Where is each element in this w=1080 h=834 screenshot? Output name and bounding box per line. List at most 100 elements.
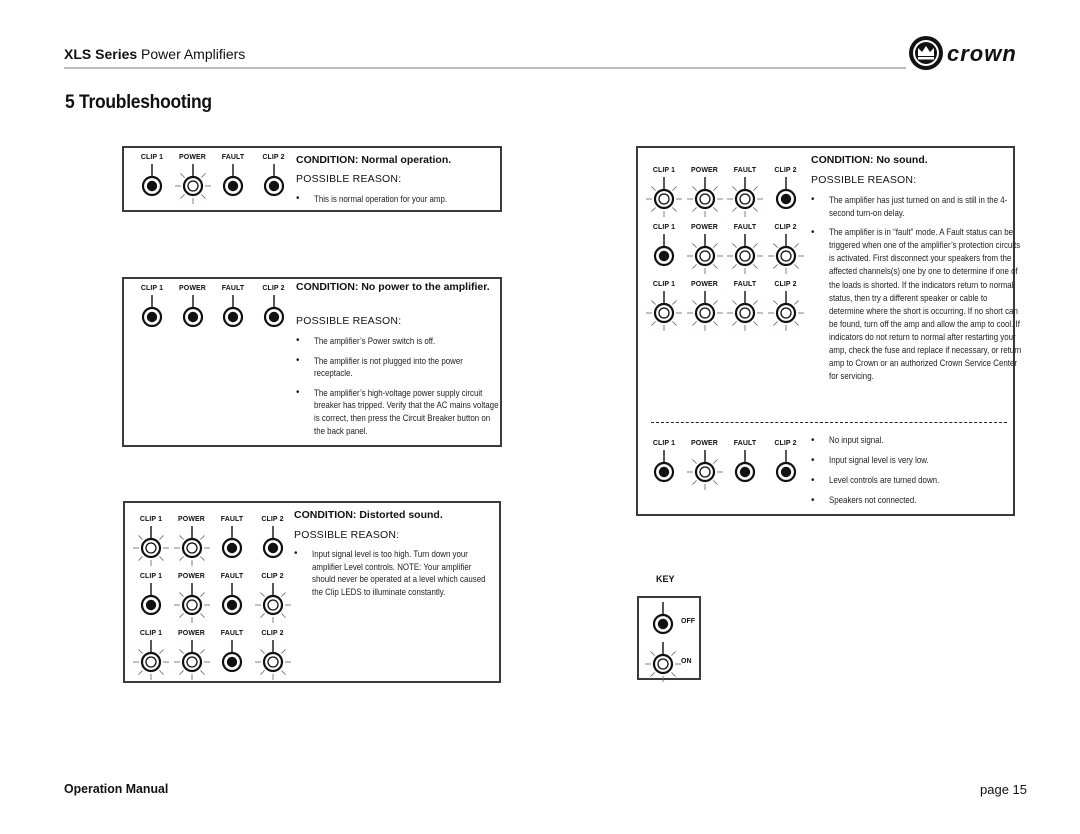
led-clip-1-off: CLIP 1 <box>132 285 172 335</box>
led-on-icon <box>133 526 169 566</box>
key-off-label: OFF <box>681 618 695 625</box>
possible-reason-label: POSSIBLE REASON: <box>296 315 402 327</box>
led-on-icon <box>133 640 169 680</box>
led-clip-2-on: CLIP 2 <box>766 224 806 274</box>
led-clip-1-on: CLIP 1 <box>644 167 684 217</box>
led-fault-on: FAULT <box>725 224 765 274</box>
reason-item: The amplifier’s Power switch is off. <box>294 335 534 348</box>
led-fault-off: FAULT <box>213 285 253 335</box>
led-power-on: POWER <box>685 440 725 490</box>
condition-title: CONDITION: No power to the amplifier. <box>296 281 490 293</box>
led-power-on: POWER <box>685 167 725 217</box>
led-clip-2-off: CLIP 2 <box>253 516 293 566</box>
crown-logo-icon: crown <box>909 36 1017 70</box>
led-off-icon <box>653 234 675 267</box>
led-on-icon <box>686 450 723 490</box>
footer-manual-title: Operation Manual <box>64 781 169 796</box>
led-clip-1-off: CLIP 1 <box>132 154 172 204</box>
led-glyph-icon <box>645 642 681 682</box>
condition-title: CONDITION: Normal operation. <box>296 154 452 166</box>
led-clip-2-off: CLIP 2 <box>254 285 294 335</box>
led-fault-on: FAULT <box>725 281 765 331</box>
led-on-icon <box>686 234 723 274</box>
condition-box-no-sound: CLIP 1 POWER FAULT CLIP 2 CLIP 1 POWER FAULT C… <box>636 146 1021 516</box>
led-label: CLIP 2 <box>261 630 284 637</box>
led-label: CLIP 2 <box>774 440 797 447</box>
led-off-icon <box>653 450 675 483</box>
led-fault-off: FAULT <box>725 440 765 490</box>
page-title: 5 Troubleshooting <box>65 92 212 113</box>
reason-item: The amplifier is not plugged into the po… <box>294 355 534 380</box>
led-off-icon <box>141 164 163 197</box>
led-off-icon <box>221 526 243 559</box>
led-power-on: POWER <box>173 154 213 204</box>
led-glyph-icon <box>652 602 674 635</box>
led-on-icon <box>767 234 804 274</box>
led-power-off: POWER <box>173 285 213 335</box>
led-power-on: POWER <box>172 630 212 680</box>
led-clip-2-off: CLIP 2 <box>766 440 806 490</box>
reason-item: The amplifier’s high-voltage power suppl… <box>294 387 534 437</box>
key-on-label: ON <box>681 658 692 665</box>
led-label: CLIP 2 <box>774 281 797 288</box>
led-on-icon <box>254 640 291 680</box>
led-off-icon <box>141 295 163 328</box>
led-clip-1-on: CLIP 1 <box>131 516 171 566</box>
condition-title: CONDITION: Distorted sound. <box>294 509 443 521</box>
reason-item: Input signal level is too high. Turn dow… <box>292 548 502 598</box>
led-on-icon <box>727 177 763 217</box>
led-on-icon <box>727 234 763 274</box>
led-off-icon <box>140 583 162 616</box>
header-rule <box>64 67 906 69</box>
reason-list-secondary: No input signal. Input signal level is v… <box>809 434 1009 514</box>
led-label: CLIP 2 <box>774 224 797 231</box>
led-on-icon <box>646 291 682 331</box>
led-on-icon <box>173 526 210 566</box>
led-off-icon <box>182 295 203 328</box>
led-clip-1-off: CLIP 1 <box>644 440 684 490</box>
led-on-icon <box>686 177 723 217</box>
led-clip-2-on: CLIP 2 <box>253 573 293 623</box>
reason-list: Input signal level is too high. Turn dow… <box>292 548 502 605</box>
reason-item: This is normal operation for your amp. <box>294 193 494 206</box>
led-power-on: POWER <box>685 224 725 274</box>
possible-reason-label: POSSIBLE REASON: <box>294 529 400 541</box>
led-off-icon <box>263 295 284 328</box>
possible-reason-label: POSSIBLE REASON: <box>296 173 402 185</box>
led-label: CLIP 2 <box>262 285 285 292</box>
led-label: CLIP 2 <box>774 167 797 174</box>
led-off-icon <box>775 450 796 483</box>
reason-list: The amplifier has just turned on and is … <box>809 194 1039 390</box>
led-label: CLIP 2 <box>261 573 284 580</box>
led-clip-1-on: CLIP 1 <box>131 630 171 680</box>
led-fault-off: FAULT <box>212 630 252 680</box>
led-fault-off: FAULT <box>213 154 253 204</box>
led-clip-1-on: CLIP 1 <box>644 281 684 331</box>
condition-box-distorted-sound: CLIP 1 POWER FAULT CLIP 2 CLIP 1 POWER FAULT C… <box>123 501 501 683</box>
led-off-icon <box>262 526 283 559</box>
led-on-icon <box>254 583 291 623</box>
led-off-icon <box>263 164 284 197</box>
led-off-icon <box>221 583 243 616</box>
document-header-title: XLS Series Power Amplifiers <box>64 46 245 62</box>
led-off-icon <box>222 164 244 197</box>
reason-item: No input signal. <box>809 434 1009 447</box>
led-off-icon <box>222 295 244 328</box>
possible-reason-label: POSSIBLE REASON: <box>811 174 917 186</box>
reason-item: The amplifier has just turned on and is … <box>809 194 1039 219</box>
led-on-icon <box>173 583 210 623</box>
reason-item: Speakers not connected. <box>809 494 1009 507</box>
key-legend-box: OFF ON <box>637 596 701 682</box>
led-fault-on: FAULT <box>725 167 765 217</box>
page-number: page 15 <box>980 782 1027 797</box>
led-power-on: POWER <box>685 281 725 331</box>
reason-item: The amplifier is in “fault” mode. A Faul… <box>809 226 1039 383</box>
led-label: CLIP 2 <box>262 154 285 161</box>
condition-box-no-power: CLIP 1 POWER FAULT CLIP 2 CONDITION: No pow… <box>122 277 502 447</box>
led-fault-off: FAULT <box>212 516 252 566</box>
led-power-on: POWER <box>172 573 212 623</box>
led-on-icon <box>173 640 210 680</box>
condition-title: CONDITION: No sound. <box>811 154 928 166</box>
series-subtitle: Power Amplifiers <box>137 46 246 62</box>
brand-wordmark: crown <box>947 41 1017 66</box>
